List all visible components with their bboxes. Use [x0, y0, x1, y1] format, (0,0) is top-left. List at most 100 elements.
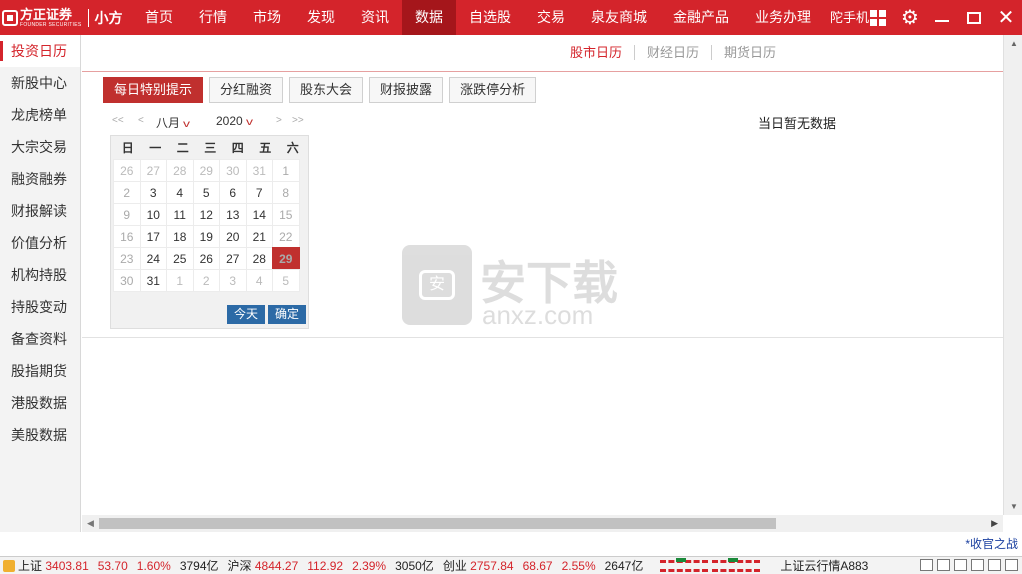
- calendar-day[interactable]: 13: [219, 203, 247, 226]
- confirm-button[interactable]: 确定: [267, 305, 306, 324]
- calendar-day[interactable]: 1: [166, 269, 194, 292]
- scroll-left-icon[interactable]: ◀: [87, 518, 94, 529]
- nav-item[interactable]: 交易: [524, 0, 578, 35]
- nav-item[interactable]: 市场: [240, 0, 294, 35]
- today-button[interactable]: 今天: [226, 305, 265, 324]
- calendar-day[interactable]: 30: [219, 159, 247, 182]
- next-year-button[interactable]: >>: [292, 115, 304, 126]
- calendar-day[interactable]: 3: [219, 269, 247, 292]
- window-icon[interactable]: [920, 559, 933, 571]
- calendar-day[interactable]: 15: [272, 203, 300, 226]
- nav-item[interactable]: 行情: [186, 0, 240, 35]
- sidebar-item[interactable]: 投资日历: [0, 35, 80, 67]
- calendar-day[interactable]: 11: [166, 203, 194, 226]
- calendar-day[interactable]: 12: [192, 203, 220, 226]
- sh-ticker[interactable]: 上证 3403.81: [18, 557, 89, 574]
- year-select[interactable]: 2020 v: [216, 114, 253, 128]
- hs-ticker[interactable]: 沪深 4844.27: [228, 557, 299, 574]
- menu-icon[interactable]: [1005, 559, 1018, 571]
- sidebar-item[interactable]: 融资融券: [0, 163, 80, 195]
- calendar-day[interactable]: 28: [166, 159, 194, 182]
- pin-icon[interactable]: [988, 559, 1001, 571]
- nav-item[interactable]: 发现: [294, 0, 348, 35]
- sidebar-item[interactable]: 美股数据: [0, 419, 80, 451]
- slogan-link[interactable]: *收官之战: [965, 535, 1018, 552]
- calendar-tab[interactable]: 财经日历: [633, 45, 711, 60]
- calendar-day[interactable]: 27: [219, 247, 247, 270]
- calendar-day[interactable]: 5: [272, 269, 300, 292]
- calendar-day[interactable]: 3: [139, 181, 167, 204]
- sub-tab[interactable]: 财报披露: [369, 77, 444, 103]
- calendar-day[interactable]: 10: [139, 203, 167, 226]
- sub-tab[interactable]: 分红融资: [209, 77, 284, 103]
- calendar-day[interactable]: 14: [245, 203, 273, 226]
- close-button[interactable]: ✕: [990, 0, 1022, 35]
- calendar-day[interactable]: 1: [272, 159, 300, 182]
- calendar-day[interactable]: 29: [192, 159, 220, 182]
- sub-tab[interactable]: 每日特别提示: [103, 77, 204, 103]
- calendar-day[interactable]: 2: [113, 181, 141, 204]
- maximize-button[interactable]: [958, 0, 990, 35]
- next-month-button[interactable]: >: [276, 115, 282, 126]
- prev-month-button[interactable]: <: [138, 115, 144, 126]
- prev-year-button[interactable]: <<: [112, 115, 124, 126]
- horizontal-scrollbar[interactable]: ◀ ▶: [82, 515, 1003, 532]
- sidebar-item[interactable]: 港股数据: [0, 387, 80, 419]
- calendar-day[interactable]: 25: [166, 247, 194, 270]
- scroll-down-icon[interactable]: ▼: [1010, 502, 1018, 511]
- calendar-day[interactable]: 6: [219, 181, 247, 204]
- calendar-day[interactable]: 22: [272, 225, 300, 248]
- calendar-day[interactable]: 29: [272, 247, 300, 270]
- window-icon[interactable]: [937, 559, 950, 571]
- sidebar-item[interactable]: 股指期货: [0, 355, 80, 387]
- minimize-button[interactable]: [926, 0, 958, 35]
- month-select[interactable]: 八月 v: [156, 114, 190, 131]
- calendar-day[interactable]: 30: [113, 269, 141, 292]
- calendar-day[interactable]: 23: [113, 247, 141, 270]
- calendar-day[interactable]: 2: [192, 269, 220, 292]
- calendar-day[interactable]: 31: [245, 159, 273, 182]
- calendar-day[interactable]: 18: [166, 225, 194, 248]
- sidebar-item[interactable]: 新股中心: [0, 67, 80, 99]
- calendar-day[interactable]: 17: [139, 225, 167, 248]
- layout-grid-button[interactable]: [862, 0, 894, 35]
- calendar-day[interactable]: 27: [139, 159, 167, 182]
- calendar-day[interactable]: 4: [166, 181, 194, 204]
- calendar-day[interactable]: 19: [192, 225, 220, 248]
- calendar-day[interactable]: 8: [272, 181, 300, 204]
- nav-item[interactable]: 泉友商城: [578, 0, 660, 35]
- scroll-right-icon[interactable]: ▶: [991, 518, 998, 529]
- calendar-day[interactable]: 28: [245, 247, 273, 270]
- sidebar-item[interactable]: 备查资料: [0, 323, 80, 355]
- sidebar-item[interactable]: 价值分析: [0, 227, 80, 259]
- clock-icon[interactable]: [954, 559, 967, 571]
- calendar-day[interactable]: 7: [245, 181, 273, 204]
- calendar-day[interactable]: 26: [192, 247, 220, 270]
- sidebar-item[interactable]: 财报解读: [0, 195, 80, 227]
- scroll-thumb[interactable]: [99, 518, 776, 529]
- cy-ticker[interactable]: 创业 2757.84: [443, 557, 514, 574]
- calendar-day[interactable]: 21: [245, 225, 273, 248]
- nav-item[interactable]: 业务办理: [742, 0, 824, 35]
- calendar-day[interactable]: 4: [245, 269, 273, 292]
- sidebar-item[interactable]: 持股变动: [0, 291, 80, 323]
- sub-tab[interactable]: 股东大会: [289, 77, 364, 103]
- calendar-day[interactable]: 26: [113, 159, 141, 182]
- calendar-day[interactable]: 9: [113, 203, 141, 226]
- calendar-day[interactable]: 5: [192, 181, 220, 204]
- calendar-day[interactable]: 20: [219, 225, 247, 248]
- calendar-tab[interactable]: 期货日历: [710, 45, 788, 60]
- vertical-scrollbar[interactable]: ▲ ▼: [1003, 35, 1022, 515]
- nav-item[interactable]: 金融产品: [660, 0, 742, 35]
- scroll-up-icon[interactable]: ▲: [1010, 39, 1018, 48]
- sub-tab[interactable]: 涨跌停分析: [449, 77, 537, 103]
- settings-button[interactable]: ⚙: [894, 0, 926, 35]
- sidebar-item[interactable]: 机构持股: [0, 259, 80, 291]
- cloud-quote-link[interactable]: 上证云行情A883: [780, 557, 868, 574]
- nav-item[interactable]: 首页: [132, 0, 186, 35]
- calendar-day[interactable]: 24: [139, 247, 167, 270]
- chat-icon[interactable]: [971, 559, 984, 571]
- calendar-day[interactable]: 31: [139, 269, 167, 292]
- nav-item[interactable]: 资讯: [348, 0, 402, 35]
- calendar-day[interactable]: 16: [113, 225, 141, 248]
